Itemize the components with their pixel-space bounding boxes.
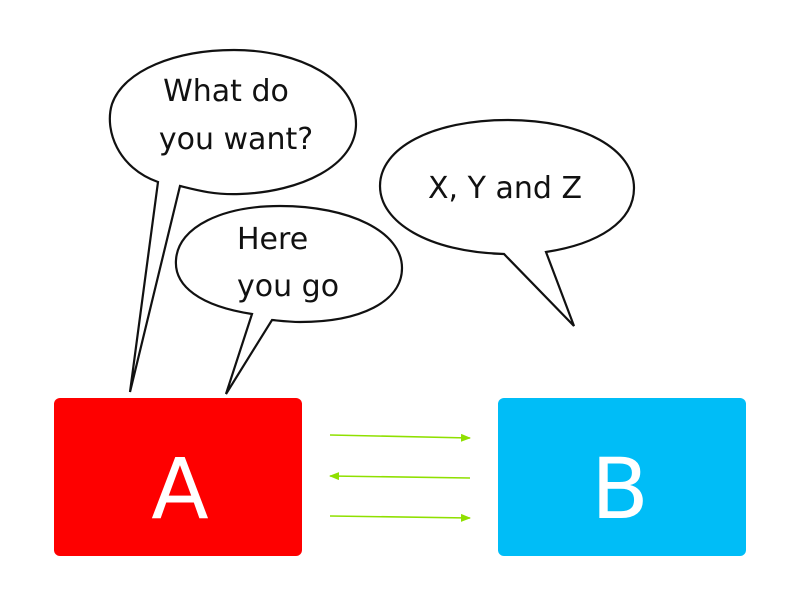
node-a-label: A [151, 440, 208, 538]
arrow-a-to-b-2 [329, 513, 471, 522]
bubble-text-what-do-you-want-line1: What do [163, 74, 289, 109]
arrow-b-to-a [329, 472, 471, 481]
bubble-text-here-you-go-line2: you go [237, 269, 339, 304]
speech-bubble-here-you-go: Here you go [174, 204, 404, 395]
bubble-text-here-you-go-line1: Here [237, 222, 308, 257]
diagram-canvas: What do you want? Here you go X, Y and Z… [54, 48, 746, 556]
diagram-stage: What do you want? Here you go X, Y and Z… [0, 0, 800, 600]
arrow-a-to-b-1 [329, 433, 471, 442]
bubble-text-xyz: X, Y and Z [428, 171, 582, 206]
bubble-text-what-do-you-want-line2: you want? [159, 122, 313, 157]
node-b-label: B [591, 440, 649, 538]
speech-bubble-xyz: X, Y and Z [378, 118, 636, 327]
node-b[interactable]: B [498, 398, 746, 556]
message-arrows [329, 433, 471, 522]
bubble-shape-xyz [378, 118, 636, 327]
node-a[interactable]: A [54, 398, 302, 556]
